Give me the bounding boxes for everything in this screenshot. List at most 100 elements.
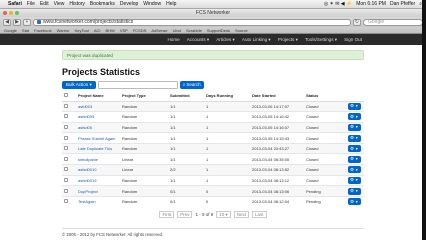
table-row[interactable]: simulipanie Linear 1/1 1 2013-03-04 08:35:05…: [62, 153, 364, 165]
row-checkbox[interactable]: [64, 199, 68, 204]
user-name[interactable]: Dan Pfeffer: [390, 1, 415, 7]
row-action-button[interactable]: ⚙ ▼: [348, 187, 361, 195]
bookmark-item[interactable]: Ubot: [173, 28, 181, 33]
table-row[interactable]: asfsd05 Random 1/1 1 2013-03-05 14:16:07 Clos…: [62, 121, 364, 133]
menu-develop[interactable]: Develop: [120, 1, 138, 7]
row-action-button[interactable]: ⚙ ▼: [348, 102, 361, 110]
row-action-button[interactable]: ⚙ ▼: [348, 166, 361, 174]
table-row[interactable]: TestAgain Random 0/1 0 2013-03-04 08:12:04 Pe…: [62, 195, 364, 207]
nav-projects[interactable]: Projects ▾: [278, 37, 298, 43]
bookmark-item[interactable]: FCSDS: [133, 28, 147, 33]
search-input[interactable]: [97, 80, 178, 89]
row-action-button[interactable]: ⚙ ▼: [348, 113, 361, 121]
row-checkbox[interactable]: [64, 124, 68, 129]
project-name[interactable]: asfsd0019: [76, 174, 120, 186]
address-bar[interactable]: www.fcsnetworker.com/projects/statistics: [33, 18, 351, 26]
row-action-button[interactable]: ⚙ ▼: [348, 123, 361, 131]
select-all-checkbox[interactable]: [64, 93, 68, 98]
nav-auto-linking[interactable]: Auto Linking ▾: [242, 37, 271, 43]
bookmark-item[interactable]: Scrabble: [186, 28, 202, 33]
nav-accounts[interactable]: Accounts ▾: [187, 37, 209, 43]
pager-next[interactable]: Next: [233, 210, 250, 218]
header-project-name[interactable]: Project Name: [76, 91, 120, 102]
menu-history[interactable]: History: [69, 1, 85, 7]
status-icons[interactable]: ◎ ✶ ✉ ◀ ⚡: [324, 1, 352, 7]
table-row[interactable]: asfsd0010 Linear 2/2 1 2013-03-04 08:13:52 Cl…: [62, 164, 364, 176]
bulk-action-button[interactable]: Bulk Action ▾: [62, 80, 96, 89]
bookmark-item[interactable]: Facebook: [34, 28, 52, 33]
bookmark-item[interactable]: Warrior: [57, 28, 70, 33]
row-checkbox[interactable]: [64, 177, 68, 182]
bookmark-item[interactable]: Google: [4, 28, 17, 33]
project-name[interactable]: asfsd005: [76, 111, 120, 123]
header-submitted[interactable]: Submitted: [168, 91, 204, 102]
bookmark-item[interactable]: Stat: [22, 28, 29, 33]
project-name[interactable]: Phrase Submit Again: [76, 132, 120, 144]
search-button[interactable]: ⌕ Search: [179, 80, 204, 89]
table-row[interactable]: Phrase Submit Again Random 1/1 1 2013-03-05 …: [62, 132, 364, 144]
forward-button[interactable]: ▶: [13, 18, 21, 26]
row-action-button[interactable]: ⚙ ▼: [348, 145, 361, 153]
project-name[interactable]: DupProject: [76, 185, 120, 197]
menu-window[interactable]: Window: [143, 1, 161, 7]
table-row[interactable]: asfsd005 Random 1/1 1 2013-03-05 14:16:42 Clo…: [62, 111, 364, 123]
zoom-window-icon[interactable]: [15, 11, 19, 15]
header-project-type[interactable]: Project Type: [120, 91, 168, 102]
row-checkbox[interactable]: [64, 146, 68, 151]
minimize-window-icon[interactable]: [9, 11, 13, 15]
table-row[interactable]: DupProject Random 0/1 0 2013-03-04 08:13:06 P…: [62, 185, 364, 197]
header-status[interactable]: Status: [304, 91, 346, 102]
bookmark-item[interactable]: BHW: [105, 28, 114, 33]
status: Closed: [304, 174, 346, 186]
row-checkbox[interactable]: [64, 135, 68, 140]
share-button[interactable]: +: [23, 18, 31, 26]
row-action-button[interactable]: ⚙ ▼: [348, 176, 361, 184]
header-days-running[interactable]: Days Running: [204, 91, 250, 102]
project-name[interactable]: TestAgain: [76, 195, 120, 207]
page-size-select[interactable]: 10 ▾: [216, 210, 231, 218]
row-checkbox[interactable]: [64, 156, 68, 161]
row-checkbox[interactable]: [64, 114, 68, 119]
row-action-button[interactable]: ⚙ ▼: [348, 155, 361, 163]
project-name[interactable]: simulipanie: [76, 153, 120, 165]
submitted: 1/1: [168, 111, 204, 123]
project-name[interactable]: asfsd0010: [76, 164, 120, 176]
menu-edit[interactable]: Edit: [40, 1, 49, 7]
row-action-button[interactable]: ⚙ ▼: [348, 198, 361, 206]
close-window-icon[interactable]: [3, 11, 7, 15]
row-checkbox[interactable]: [64, 188, 68, 193]
row-action-button[interactable]: ⚙ ▼: [348, 134, 361, 142]
pager-last[interactable]: Last: [252, 210, 267, 218]
bookmark-item[interactable]: KeyTool: [75, 28, 89, 33]
mac-menubar: Safari File Edit View History Bookmarks …: [0, 0, 426, 9]
project-name[interactable]: asfsd05: [76, 121, 120, 133]
table-row[interactable]: asfsd0019 Random 1/1 1 2013-03-04 08:13:12 Cl…: [62, 174, 364, 186]
menu-bookmarks[interactable]: Bookmarks: [90, 1, 115, 7]
pager-prev[interactable]: Prev: [177, 210, 193, 218]
nav-sign-out[interactable]: Sign Out: [344, 37, 362, 42]
project-name[interactable]: Late Duplicate This: [76, 142, 120, 154]
clock[interactable]: Mon 6:16 PM: [356, 1, 386, 7]
nav-articles[interactable]: Articles ▾: [216, 37, 235, 43]
menu-view[interactable]: View: [54, 1, 65, 7]
bookmark-item[interactable]: VSP: [120, 28, 128, 33]
search-field[interactable]: Google: [363, 18, 423, 26]
header-date-started[interactable]: Date Started: [250, 91, 304, 102]
menu-app-name[interactable]: Safari: [8, 1, 22, 7]
project-name[interactable]: asfd003: [76, 100, 120, 112]
row-checkbox[interactable]: [64, 103, 68, 108]
table-row[interactable]: Late Duplicate This Random 1/1 1 2013-03-04 …: [62, 142, 364, 154]
bookmark-item[interactable]: ACI: [94, 28, 101, 33]
row-checkbox[interactable]: [64, 167, 68, 172]
nav-tools-settings[interactable]: Tools/Settings ▾: [305, 37, 337, 43]
bookmark-item[interactable]: Source: [235, 28, 248, 33]
reload-button[interactable]: ↻: [352, 18, 361, 26]
bookmark-item[interactable]: SupportDesk: [207, 28, 230, 33]
table-row[interactable]: asfd003 Random 1/1 1 2013-03-06 14:17:07 Clos…: [62, 100, 364, 112]
back-button[interactable]: ◀: [3, 18, 11, 26]
bookmark-item[interactable]: AdSense: [151, 28, 167, 33]
menu-help[interactable]: Help: [166, 1, 176, 7]
nav-home[interactable]: Home: [167, 37, 179, 42]
pager-first[interactable]: First: [159, 210, 175, 218]
menu-file[interactable]: File: [27, 1, 35, 7]
